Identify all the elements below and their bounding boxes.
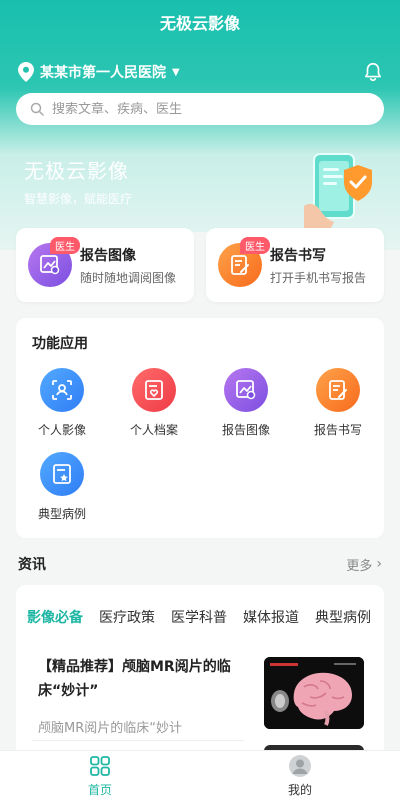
search-input[interactable]	[52, 101, 352, 117]
more-link[interactable]: 更多 ›	[346, 555, 382, 574]
person-scan-icon	[40, 368, 84, 412]
card-desc: 随时随地调阅图像	[80, 270, 177, 285]
tab-cases[interactable]: 典型病例	[315, 607, 371, 627]
article-summary: 颅脑MR阅片的临床“妙计	[38, 721, 182, 736]
doctor-tag: 医生	[240, 237, 270, 254]
location-pin-icon	[18, 62, 34, 82]
report-image-card[interactable]: 医生 报告图像 随时随地调阅图像	[16, 228, 194, 302]
app-report-write[interactable]: 报告书写	[292, 368, 384, 438]
bottom-nav: 首页 我的	[0, 750, 400, 800]
report-edit-icon	[316, 368, 360, 412]
doctor-tag: 医生	[50, 237, 80, 254]
nav-label: 首页	[87, 782, 112, 797]
app-title: 无极云影像	[159, 14, 240, 33]
news-card: 影像必备 医疗政策 医学科普 媒体报道 典型病例 【精品推荐】颅脑MR阅片的临床…	[16, 585, 384, 765]
case-star-icon	[40, 452, 84, 496]
location-row: 某某市第一人民医院 ▼	[18, 58, 384, 86]
article-item[interactable]: 【精品推荐】颅脑MR阅片的临床“妙计” 颅脑MR阅片的临床“妙计	[38, 655, 248, 736]
tab-media[interactable]: 媒体报道	[243, 607, 299, 627]
bell-icon[interactable]	[362, 61, 384, 83]
card-title: 报告图像	[80, 247, 136, 264]
app-label: 个人影像	[37, 423, 86, 437]
hospital-selector[interactable]: 某某市第一人民医院	[40, 62, 166, 82]
news-header: 资讯 更多 ›	[18, 554, 382, 574]
brain-image	[264, 657, 364, 729]
brand-title: 无极云影像	[24, 159, 129, 183]
news-tabs: 影像必备 医疗政策 医学科普 媒体报道 典型病例	[27, 607, 384, 627]
app-label: 典型病例	[37, 507, 86, 521]
search-icon	[30, 102, 44, 116]
card-desc: 打开手机书写报告	[270, 270, 367, 285]
function-apps-panel: 功能应用 个人影像 个人档案 报告图像 报告书写 典型病例	[16, 318, 384, 538]
tab-science[interactable]: 医学科普	[171, 607, 227, 627]
home-grid-icon	[90, 755, 110, 776]
brand-subtitle: 智慧影像，赋能医疗	[24, 192, 133, 206]
user-icon	[289, 754, 311, 777]
app-label: 个人档案	[129, 423, 178, 437]
phone-shield-illustration	[304, 153, 372, 230]
tab-imaging[interactable]: 影像必备	[27, 607, 83, 627]
search-bar[interactable]	[16, 93, 384, 125]
card-title: 报告书写	[270, 247, 326, 264]
divider	[32, 740, 244, 741]
app-typical-case[interactable]: 典型病例	[16, 452, 108, 522]
section-title: 功能应用	[32, 336, 88, 352]
app-personal-file[interactable]: 个人档案	[108, 368, 200, 438]
image-chart-icon	[224, 368, 268, 412]
app-personal-image[interactable]: 个人影像	[16, 368, 108, 438]
article-thumbnail[interactable]	[264, 657, 364, 729]
app-report-image[interactable]: 报告图像	[200, 368, 292, 438]
nav-label: 我的	[287, 782, 312, 797]
app-label: 报告书写	[313, 423, 362, 437]
file-heart-icon	[132, 368, 176, 412]
chevron-down-icon[interactable]: ▼	[172, 67, 180, 78]
article-title: 【精品推荐】颅脑MR阅片的临床“妙计”	[38, 659, 231, 699]
report-write-card[interactable]: 医生 报告书写 打开手机书写报告	[206, 228, 384, 302]
image-chart-icon: 医生	[28, 237, 80, 287]
section-title: 资讯	[18, 557, 46, 573]
report-edit-icon: 医生	[218, 237, 270, 287]
more-label: 更多	[346, 558, 373, 574]
chevron-right-icon: ›	[376, 556, 382, 572]
nav-mine[interactable]: 我的	[200, 751, 400, 800]
tab-policy[interactable]: 医疗政策	[99, 607, 155, 627]
nav-home[interactable]: 首页	[0, 751, 200, 800]
app-label: 报告图像	[221, 423, 270, 437]
brand-banner: 无极云影像 智慧影像，赋能医疗	[24, 155, 132, 207]
